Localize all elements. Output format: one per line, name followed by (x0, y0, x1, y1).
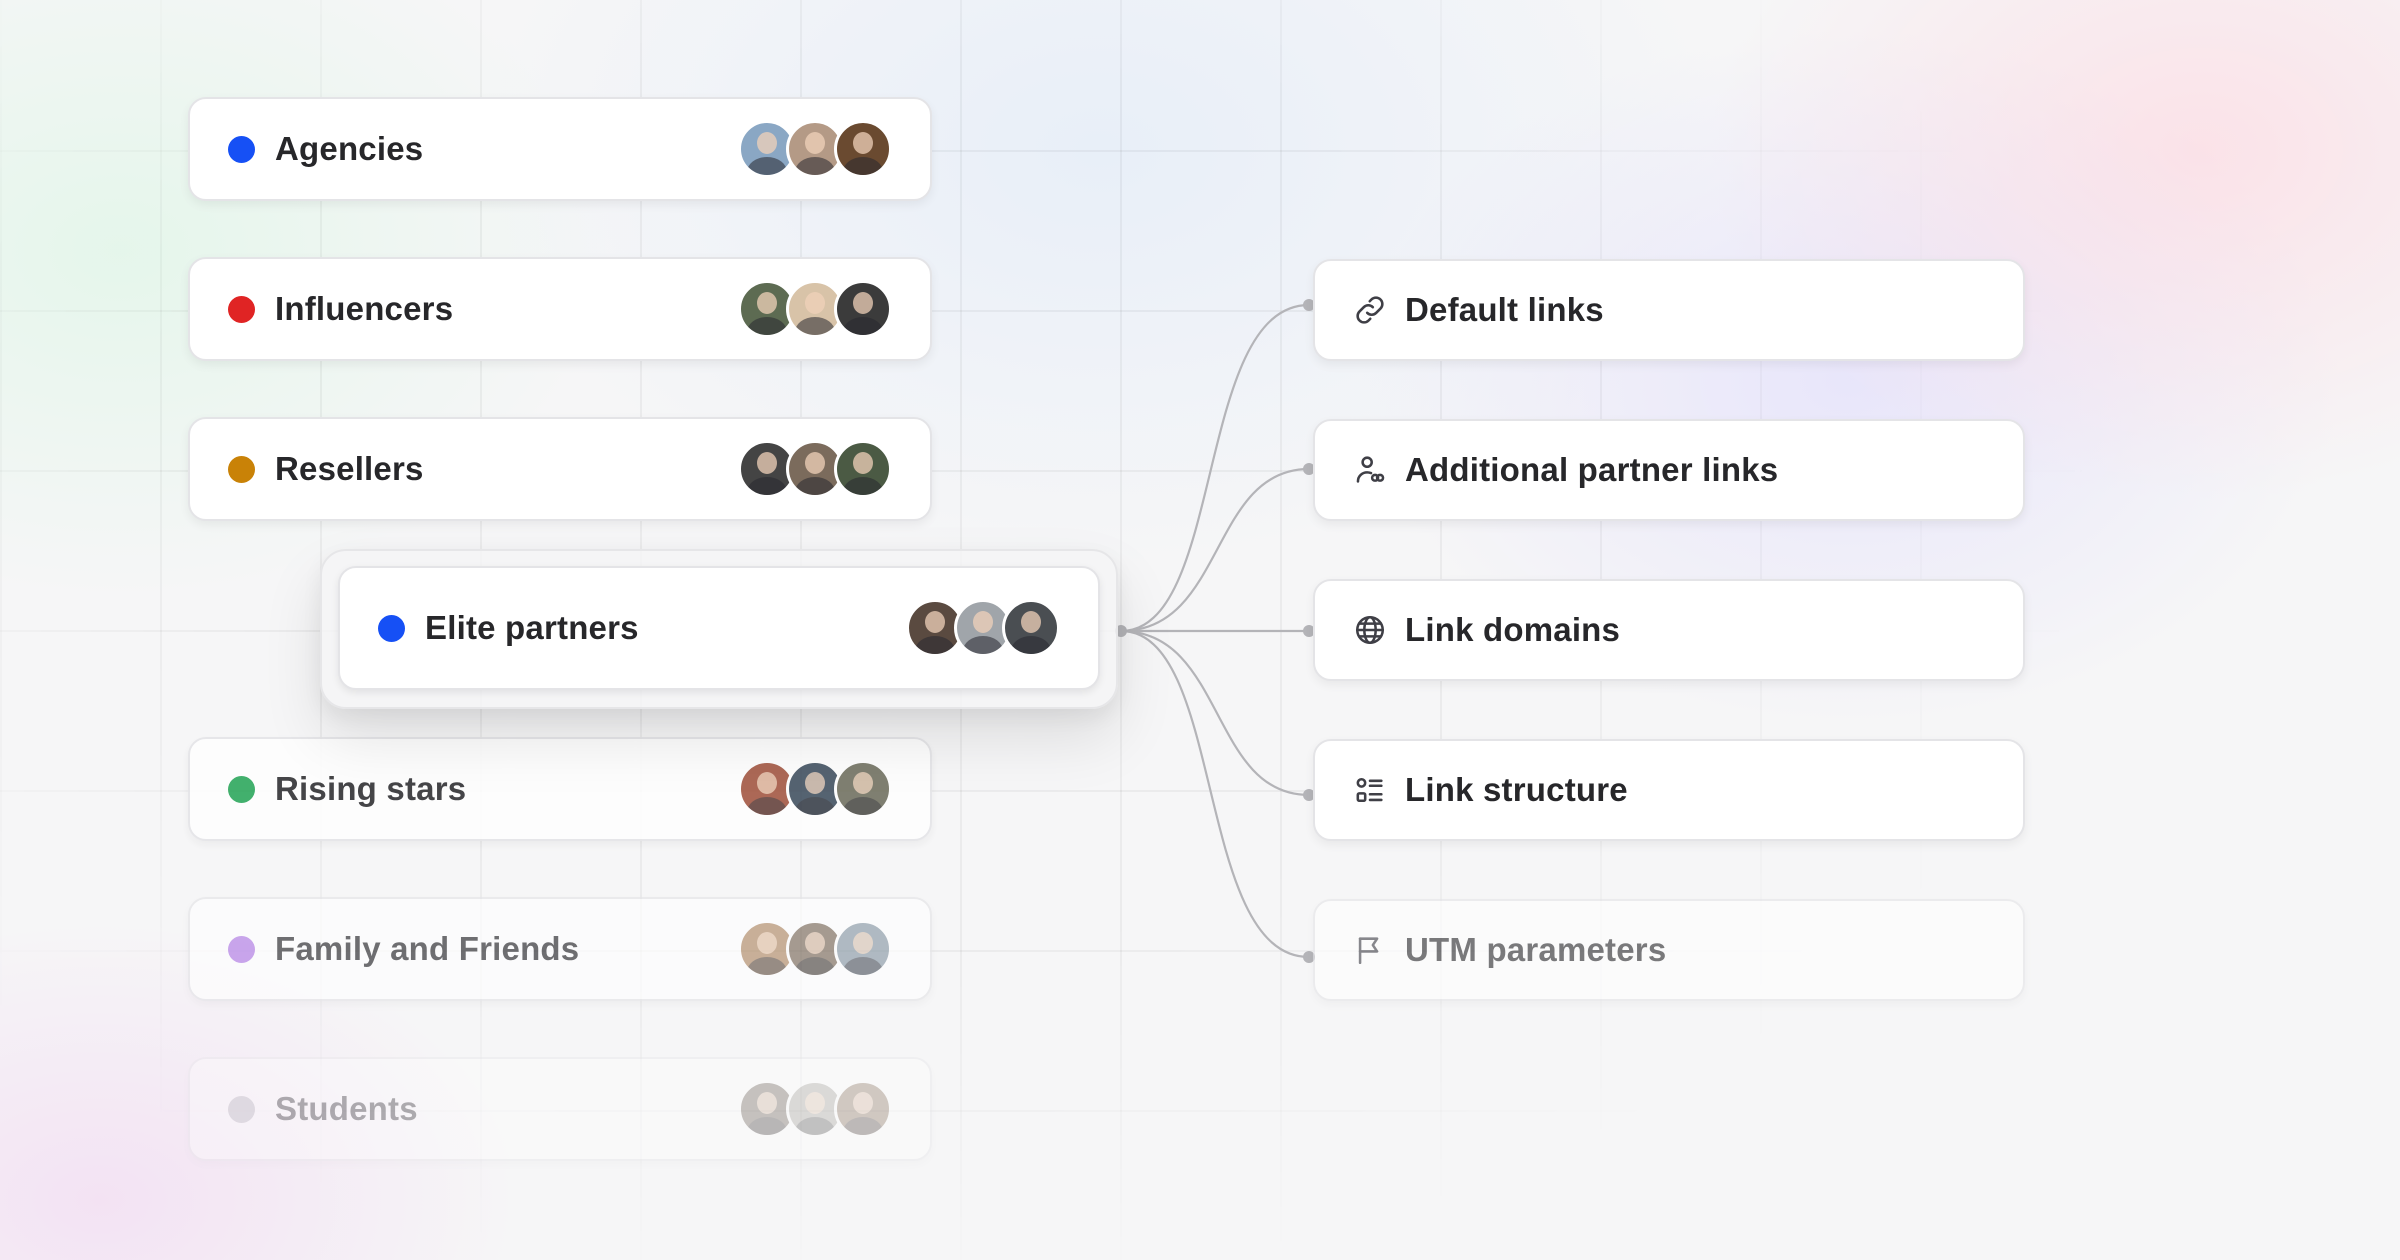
globe-icon (1353, 613, 1387, 647)
group-card-influencers[interactable]: Influencers (188, 257, 932, 361)
avatar (1002, 599, 1060, 657)
group-color-dot (228, 1095, 255, 1123)
group-color-dot (228, 455, 255, 483)
avatar (834, 440, 892, 498)
link-card-label: Link domains (1405, 611, 1621, 648)
group-card-elite-partners[interactable]: Elite partners (338, 566, 1100, 690)
group-card-rising-stars[interactable]: Rising stars (188, 737, 932, 841)
group-label: Students (275, 1090, 418, 1127)
group-color-dot (228, 135, 255, 163)
group-card-students[interactable]: Students (188, 1057, 932, 1161)
avatar (834, 120, 892, 178)
flag-icon (1353, 933, 1387, 967)
link-card-label: Default links (1405, 291, 1604, 328)
avatar (834, 1080, 892, 1138)
avatar-stack (738, 760, 892, 818)
group-label: Elite partners (425, 609, 639, 646)
link-card-label: Additional partner links (1405, 451, 1779, 488)
link-card-additional-partner-links[interactable]: Additional partner links (1313, 419, 2025, 521)
link-card-label: UTM parameters (1405, 931, 1667, 968)
group-card-resellers[interactable]: Resellers (188, 417, 932, 521)
list-structure-icon (1353, 773, 1387, 807)
link-card-link-domains[interactable]: Link domains (1313, 579, 2025, 681)
avatar-stack (906, 599, 1060, 657)
group-color-dot (228, 935, 255, 963)
group-card-agencies[interactable]: Agencies (188, 97, 932, 201)
avatar-stack (738, 280, 892, 338)
group-color-dot (378, 614, 405, 642)
group-label: Family and Friends (275, 930, 580, 967)
link-card-default-links[interactable]: Default links (1313, 259, 2025, 361)
avatar-stack (738, 440, 892, 498)
group-label: Influencers (275, 290, 454, 327)
link-card-utm-parameters[interactable]: UTM parameters (1313, 899, 2025, 1001)
group-label: Resellers (275, 450, 424, 487)
group-color-dot (228, 295, 255, 323)
avatar-stack (738, 920, 892, 978)
link-icon (1353, 293, 1387, 327)
selected-group-highlight: Elite partners (320, 549, 1118, 709)
avatar-stack (738, 1080, 892, 1138)
group-label: Agencies (275, 130, 424, 167)
group-card-family-and-friends[interactable]: Family and Friends (188, 897, 932, 1001)
link-card-label: Link structure (1405, 771, 1628, 808)
avatar-stack (738, 120, 892, 178)
avatar (834, 920, 892, 978)
avatar (834, 760, 892, 818)
avatar (834, 280, 892, 338)
group-color-dot (228, 775, 255, 803)
group-label: Rising stars (275, 770, 467, 807)
link-card-link-structure[interactable]: Link structure (1313, 739, 2025, 841)
user-link-icon (1353, 453, 1387, 487)
